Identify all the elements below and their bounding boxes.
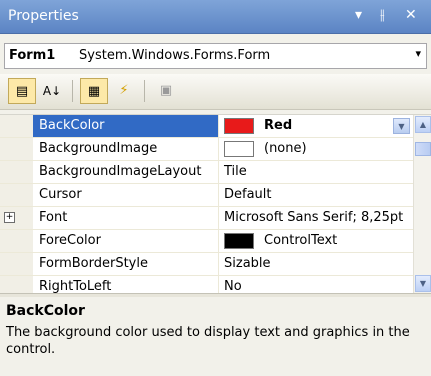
column-divider[interactable] (218, 207, 219, 229)
expand-icon[interactable]: + (4, 212, 15, 223)
alphabetical-icon[interactable]: A↓ (38, 78, 66, 104)
property-name[interactable]: BackgroundImageLayout (33, 161, 218, 183)
property-row-backcolor[interactable]: BackColor Red ▼ (0, 115, 413, 138)
property-value-text: ControlText (264, 233, 338, 248)
property-name[interactable]: Font (33, 207, 218, 229)
property-name[interactable]: FormBorderStyle (33, 253, 218, 275)
property-row-backgroundimage[interactable]: BackgroundImage (none) (0, 138, 413, 161)
vertical-scrollbar[interactable]: ▲ ▼ (413, 115, 431, 293)
property-value[interactable]: (none) (220, 138, 413, 160)
property-name[interactable]: BackColor (33, 115, 218, 137)
close-icon[interactable]: ✕ (405, 7, 417, 23)
scroll-thumb[interactable] (415, 142, 431, 156)
property-row-cursor[interactable]: Cursor Default (0, 184, 413, 207)
column-divider[interactable] (218, 253, 219, 275)
property-value[interactable]: Microsoft Sans Serif; 8,25pt (220, 207, 413, 229)
property-pages-icon[interactable]: ▣ (152, 78, 180, 104)
property-value[interactable]: Sizable (220, 253, 413, 275)
description-title: BackColor (6, 303, 85, 319)
column-divider[interactable] (218, 115, 219, 137)
toolbar-separator (72, 80, 73, 102)
property-row-backgroundimagelayout[interactable]: BackgroundImageLayout Tile (0, 161, 413, 184)
property-row-font[interactable]: + Font Microsoft Sans Serif; 8,25pt (0, 207, 413, 230)
toolbar-separator (144, 80, 145, 102)
dropdown-button[interactable]: ▼ (393, 118, 410, 134)
property-value[interactable]: No (220, 276, 413, 293)
property-grid: BackColor Red ▼ BackgroundImage (none) B… (0, 114, 431, 293)
property-name[interactable]: RightToLeft (33, 276, 218, 293)
object-name: Form1 (9, 48, 56, 63)
object-type: System.Windows.Forms.Form (79, 48, 271, 63)
events-icon[interactable]: ⚡ (110, 78, 138, 104)
color-swatch (224, 233, 254, 249)
column-divider[interactable] (218, 184, 219, 206)
scroll-down-icon[interactable]: ▼ (415, 275, 431, 292)
property-value-text: (none) (264, 141, 307, 156)
chevron-down-icon[interactable]: ▾ (415, 47, 421, 60)
title-bar: Properties ▾ ⫲ ✕ (0, 0, 431, 34)
description-pane: BackColor The background color used to d… (0, 297, 431, 376)
properties-icon[interactable]: ▦ (80, 78, 108, 104)
scroll-up-icon[interactable]: ▲ (415, 116, 431, 133)
property-value[interactable]: Red ▼ (220, 115, 413, 137)
column-divider[interactable] (218, 161, 219, 183)
dropdown-menu-icon[interactable]: ▾ (355, 7, 362, 23)
object-selector[interactable]: Form1 System.Windows.Forms.Form ▾ (4, 43, 427, 69)
column-divider[interactable] (218, 138, 219, 160)
image-preview (224, 141, 254, 157)
property-name[interactable]: ForeColor (33, 230, 218, 252)
property-value-text: Red (264, 118, 293, 133)
description-text: The background color used to display tex… (6, 325, 410, 357)
panel-title: Properties (8, 8, 79, 24)
categorized-icon[interactable]: ▤ (8, 78, 36, 104)
property-value[interactable]: Tile (220, 161, 413, 183)
column-divider[interactable] (218, 276, 219, 293)
color-swatch (224, 118, 254, 134)
property-row-forecolor[interactable]: ForeColor ControlText (0, 230, 413, 253)
property-value[interactable]: ControlText (220, 230, 413, 252)
property-name[interactable]: Cursor (33, 184, 218, 206)
property-value[interactable]: Default (220, 184, 413, 206)
property-row-righttoleft[interactable]: RightToLeft No (0, 276, 413, 293)
column-divider[interactable] (218, 230, 219, 252)
pin-icon[interactable]: ⫲ (380, 7, 385, 23)
property-row-formborderstyle[interactable]: FormBorderStyle Sizable (0, 253, 413, 276)
toolbar: ▤ A↓ ▦ ⚡ ▣ (0, 74, 431, 110)
property-name[interactable]: BackgroundImage (33, 138, 218, 160)
